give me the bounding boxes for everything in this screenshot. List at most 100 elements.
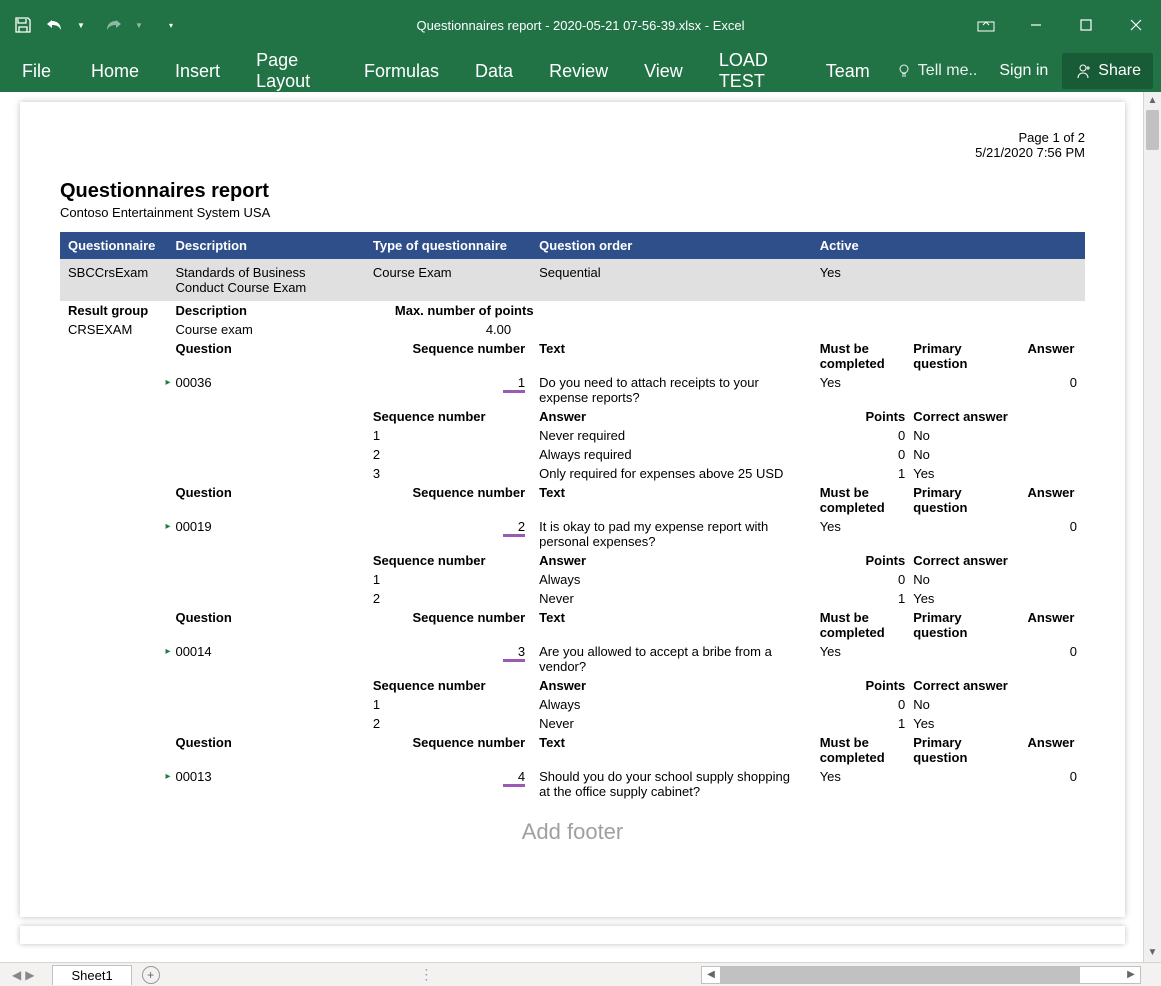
th-answer: Answer: [1020, 733, 1085, 767]
cell-ans-seq: 2: [365, 589, 531, 608]
tab-insert[interactable]: Insert: [157, 50, 238, 92]
tab-data[interactable]: Data: [457, 50, 531, 92]
cell-question-seq: 4: [365, 767, 531, 801]
share-icon: [1074, 62, 1092, 80]
th-group-desc: Description: [167, 301, 364, 320]
th-ans-points: Points: [812, 551, 906, 570]
scroll-up-icon[interactable]: ▲: [1144, 92, 1161, 110]
answer-row: 2Always required0No: [60, 445, 1085, 464]
cell-ans-seq: 1: [365, 570, 531, 589]
cell-question-ans: 0: [1020, 373, 1085, 407]
cell-ans-correct: No: [905, 445, 1019, 464]
hscroll-right-icon[interactable]: ▶: [1122, 967, 1140, 983]
th-ans-correct: Correct answer: [905, 551, 1019, 570]
sign-in-button[interactable]: Sign in: [991, 62, 1056, 80]
scroll-thumb[interactable]: [1146, 110, 1159, 150]
qat-customize-icon[interactable]: ▾: [160, 14, 182, 36]
th-question: Question: [167, 608, 364, 642]
tab-review[interactable]: Review: [531, 50, 626, 92]
ribbon: File Home Insert Page Layout Formulas Da…: [0, 50, 1161, 92]
report-table: Questionnaire Description Type of questi…: [60, 232, 1085, 801]
seq-highlight: 2: [503, 519, 525, 537]
th-ans-seq: Sequence number: [365, 676, 531, 695]
sheet-prev-icon[interactable]: ◀: [12, 968, 21, 982]
th-seq: Sequence number: [365, 733, 531, 767]
answer-row: 3Only required for expenses above 25 USD…: [60, 464, 1085, 483]
th-ans-answer: Answer: [531, 407, 812, 426]
tab-formulas[interactable]: Formulas: [346, 50, 457, 92]
add-sheet-icon[interactable]: +: [142, 966, 160, 984]
add-footer[interactable]: Add footer: [60, 819, 1085, 845]
file-tab[interactable]: File: [0, 50, 73, 92]
share-button[interactable]: Share: [1062, 53, 1153, 89]
close-icon[interactable]: [1111, 0, 1161, 50]
th-text: Text: [531, 339, 812, 373]
cell-group-id: CRSEXAM: [60, 320, 167, 339]
hscroll-thumb[interactable]: [720, 967, 1080, 983]
question-row: ▸000361Do you need to attach receipts to…: [60, 373, 1085, 407]
tell-me-search[interactable]: Tell me..: [888, 62, 986, 80]
tab-load-test[interactable]: LOAD TEST: [701, 50, 808, 92]
cell-question-ans: 0: [1020, 642, 1085, 676]
green-tick-icon: ▸: [165, 771, 170, 782]
th-answer: Answer: [1020, 483, 1085, 517]
ribbon-tabs: Home Insert Page Layout Formulas Data Re…: [73, 50, 888, 92]
save-icon[interactable]: [12, 14, 34, 36]
question-header-row: QuestionSequence numberTextMust be compl…: [60, 733, 1085, 767]
th-seq: Sequence number: [365, 339, 531, 373]
seq-highlight: 1: [503, 375, 525, 393]
cell-questionnaire-desc: Standards of Business Conduct Course Exa…: [167, 259, 364, 301]
report-subtitle: Contoso Entertainment System USA: [60, 205, 1085, 220]
hscroll-left-icon[interactable]: ◀: [702, 967, 720, 983]
answer-row: 2Never1Yes: [60, 589, 1085, 608]
th-questionnaire: Questionnaire: [60, 232, 167, 259]
vertical-scrollbar[interactable]: ▲ ▼: [1143, 92, 1161, 962]
tab-home[interactable]: Home: [73, 50, 157, 92]
th-seq: Sequence number: [365, 483, 531, 517]
green-tick-icon: ▸: [165, 646, 170, 657]
th-order: Question order: [531, 232, 812, 259]
hscroll-track[interactable]: [720, 967, 1122, 983]
cell-question-must: Yes: [812, 373, 906, 407]
th-primary: Primary question: [905, 608, 1019, 642]
undo-dropdown-icon[interactable]: ▼: [70, 14, 92, 36]
window-buttons: [961, 0, 1161, 50]
sheet-tab-1[interactable]: Sheet1: [52, 965, 131, 985]
cell-question-id: ▸00036: [167, 373, 364, 407]
cell-question-ans: 0: [1020, 767, 1085, 801]
tab-page-layout[interactable]: Page Layout: [238, 50, 346, 92]
tab-team[interactable]: Team: [808, 50, 888, 92]
redo-icon[interactable]: [102, 14, 124, 36]
cell-ans-seq: 2: [365, 714, 531, 733]
cell-question-must: Yes: [812, 517, 906, 551]
quick-access-toolbar: ▼ ▼ ▾: [0, 14, 182, 36]
cell-ans-points: 0: [812, 695, 906, 714]
group-header-row: Result group Description Max. number of …: [60, 301, 1085, 320]
cell-ans-seq: 2: [365, 445, 531, 464]
ribbon-display-options-icon[interactable]: [961, 0, 1011, 50]
cell-questionnaire-active: Yes: [812, 259, 1085, 301]
hscroll-grip-icon[interactable]: ⋮: [419, 966, 435, 983]
th-ans-seq: Sequence number: [365, 407, 531, 426]
redo-dropdown-icon[interactable]: ▼: [128, 14, 150, 36]
cell-question-id: ▸00014: [167, 642, 364, 676]
cell-question-text: Are you allowed to accept a bribe from a…: [531, 642, 812, 676]
tab-view[interactable]: View: [626, 50, 701, 92]
undo-icon[interactable]: [44, 14, 66, 36]
horizontal-scrollbar[interactable]: ◀ ▶: [701, 966, 1141, 984]
cell-ans-text: Always: [531, 695, 812, 714]
sheet-next-icon[interactable]: ▶: [25, 968, 34, 982]
th-ans-points: Points: [812, 407, 906, 426]
cell-ans-correct: Yes: [905, 464, 1019, 483]
seq-highlight: 3: [503, 644, 525, 662]
maximize-icon[interactable]: [1061, 0, 1111, 50]
cell-ans-points: 1: [812, 714, 906, 733]
th-ans-answer: Answer: [531, 676, 812, 695]
scroll-down-icon[interactable]: ▼: [1144, 944, 1161, 962]
answer-header-row: Sequence numberAnswerPointsCorrect answe…: [60, 676, 1085, 695]
th-question: Question: [167, 483, 364, 517]
next-page-strip: [20, 926, 1125, 944]
lightbulb-icon: [896, 63, 912, 79]
minimize-icon[interactable]: [1011, 0, 1061, 50]
page-header-meta: Page 1 of 2 5/21/2020 7:56 PM: [975, 130, 1085, 160]
